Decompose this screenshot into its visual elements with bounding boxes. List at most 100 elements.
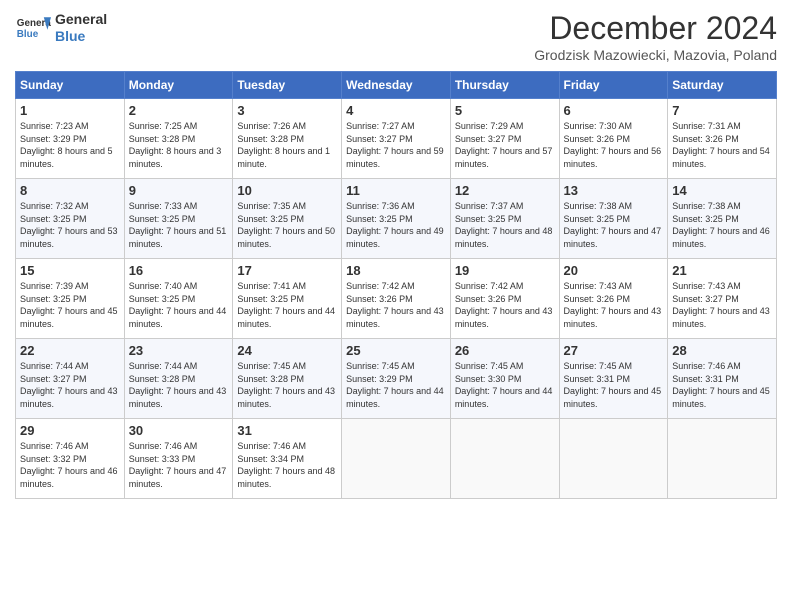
calendar-cell: 22 Sunrise: 7:44 AMSunset: 3:27 PMDaylig… xyxy=(16,339,125,419)
dow-header-wednesday: Wednesday xyxy=(342,72,451,99)
day-info: Sunrise: 7:42 AMSunset: 3:26 PMDaylight:… xyxy=(455,280,555,330)
day-info: Sunrise: 7:46 AMSunset: 3:31 PMDaylight:… xyxy=(672,360,772,410)
day-number: 1 xyxy=(20,103,120,118)
calendar-cell xyxy=(668,419,777,499)
calendar-cell: 9 Sunrise: 7:33 AMSunset: 3:25 PMDayligh… xyxy=(124,179,233,259)
day-number: 30 xyxy=(129,423,229,438)
calendar-cell: 27 Sunrise: 7:45 AMSunset: 3:31 PMDaylig… xyxy=(559,339,668,419)
calendar-cell: 5 Sunrise: 7:29 AMSunset: 3:27 PMDayligh… xyxy=(450,99,559,179)
day-info: Sunrise: 7:25 AMSunset: 3:28 PMDaylight:… xyxy=(129,120,229,170)
calendar-cell: 30 Sunrise: 7:46 AMSunset: 3:33 PMDaylig… xyxy=(124,419,233,499)
day-info: Sunrise: 7:33 AMSunset: 3:25 PMDaylight:… xyxy=(129,200,229,250)
day-info: Sunrise: 7:44 AMSunset: 3:27 PMDaylight:… xyxy=(20,360,120,410)
day-info: Sunrise: 7:41 AMSunset: 3:25 PMDaylight:… xyxy=(237,280,337,330)
day-info: Sunrise: 7:45 AMSunset: 3:31 PMDaylight:… xyxy=(564,360,664,410)
calendar-cell: 13 Sunrise: 7:38 AMSunset: 3:25 PMDaylig… xyxy=(559,179,668,259)
calendar-cell: 19 Sunrise: 7:42 AMSunset: 3:26 PMDaylig… xyxy=(450,259,559,339)
day-number: 18 xyxy=(346,263,446,278)
calendar-cell: 4 Sunrise: 7:27 AMSunset: 3:27 PMDayligh… xyxy=(342,99,451,179)
dow-header-friday: Friday xyxy=(559,72,668,99)
day-number: 12 xyxy=(455,183,555,198)
day-info: Sunrise: 7:38 AMSunset: 3:25 PMDaylight:… xyxy=(672,200,772,250)
calendar-cell: 31 Sunrise: 7:46 AMSunset: 3:34 PMDaylig… xyxy=(233,419,342,499)
calendar-cell: 24 Sunrise: 7:45 AMSunset: 3:28 PMDaylig… xyxy=(233,339,342,419)
day-number: 2 xyxy=(129,103,229,118)
day-number: 29 xyxy=(20,423,120,438)
day-info: Sunrise: 7:31 AMSunset: 3:26 PMDaylight:… xyxy=(672,120,772,170)
calendar-week-4: 22 Sunrise: 7:44 AMSunset: 3:27 PMDaylig… xyxy=(16,339,777,419)
day-number: 24 xyxy=(237,343,337,358)
dow-header-saturday: Saturday xyxy=(668,72,777,99)
calendar-cell xyxy=(450,419,559,499)
day-number: 3 xyxy=(237,103,337,118)
day-number: 4 xyxy=(346,103,446,118)
day-info: Sunrise: 7:30 AMSunset: 3:26 PMDaylight:… xyxy=(564,120,664,170)
calendar-cell: 10 Sunrise: 7:35 AMSunset: 3:25 PMDaylig… xyxy=(233,179,342,259)
day-number: 5 xyxy=(455,103,555,118)
day-info: Sunrise: 7:23 AMSunset: 3:29 PMDaylight:… xyxy=(20,120,120,170)
day-number: 20 xyxy=(564,263,664,278)
calendar-week-5: 29 Sunrise: 7:46 AMSunset: 3:32 PMDaylig… xyxy=(16,419,777,499)
day-info: Sunrise: 7:46 AMSunset: 3:33 PMDaylight:… xyxy=(129,440,229,490)
day-number: 26 xyxy=(455,343,555,358)
logo-text-general: General xyxy=(55,11,107,28)
calendar-cell: 6 Sunrise: 7:30 AMSunset: 3:26 PMDayligh… xyxy=(559,99,668,179)
calendar-cell xyxy=(559,419,668,499)
calendar-cell: 8 Sunrise: 7:32 AMSunset: 3:25 PMDayligh… xyxy=(16,179,125,259)
day-number: 14 xyxy=(672,183,772,198)
calendar-cell xyxy=(342,419,451,499)
day-info: Sunrise: 7:36 AMSunset: 3:25 PMDaylight:… xyxy=(346,200,446,250)
dow-header-thursday: Thursday xyxy=(450,72,559,99)
day-info: Sunrise: 7:27 AMSunset: 3:27 PMDaylight:… xyxy=(346,120,446,170)
day-info: Sunrise: 7:38 AMSunset: 3:25 PMDaylight:… xyxy=(564,200,664,250)
calendar-cell: 1 Sunrise: 7:23 AMSunset: 3:29 PMDayligh… xyxy=(16,99,125,179)
day-number: 19 xyxy=(455,263,555,278)
calendar-cell: 15 Sunrise: 7:39 AMSunset: 3:25 PMDaylig… xyxy=(16,259,125,339)
calendar-cell: 11 Sunrise: 7:36 AMSunset: 3:25 PMDaylig… xyxy=(342,179,451,259)
calendar-cell: 21 Sunrise: 7:43 AMSunset: 3:27 PMDaylig… xyxy=(668,259,777,339)
day-number: 31 xyxy=(237,423,337,438)
day-info: Sunrise: 7:45 AMSunset: 3:29 PMDaylight:… xyxy=(346,360,446,410)
logo: General Blue General Blue xyxy=(15,10,107,46)
calendar-cell: 17 Sunrise: 7:41 AMSunset: 3:25 PMDaylig… xyxy=(233,259,342,339)
day-number: 15 xyxy=(20,263,120,278)
day-info: Sunrise: 7:39 AMSunset: 3:25 PMDaylight:… xyxy=(20,280,120,330)
calendar-cell: 2 Sunrise: 7:25 AMSunset: 3:28 PMDayligh… xyxy=(124,99,233,179)
day-info: Sunrise: 7:29 AMSunset: 3:27 PMDaylight:… xyxy=(455,120,555,170)
title-area: December 2024 Grodzisk Mazowiecki, Mazov… xyxy=(534,10,777,63)
calendar-cell: 20 Sunrise: 7:43 AMSunset: 3:26 PMDaylig… xyxy=(559,259,668,339)
days-of-week-row: SundayMondayTuesdayWednesdayThursdayFrid… xyxy=(16,72,777,99)
dow-header-monday: Monday xyxy=(124,72,233,99)
day-number: 16 xyxy=(129,263,229,278)
calendar-table: SundayMondayTuesdayWednesdayThursdayFrid… xyxy=(15,71,777,499)
day-number: 21 xyxy=(672,263,772,278)
svg-text:Blue: Blue xyxy=(17,29,39,40)
month-title: December 2024 xyxy=(534,10,777,47)
day-info: Sunrise: 7:43 AMSunset: 3:26 PMDaylight:… xyxy=(564,280,664,330)
calendar-cell: 12 Sunrise: 7:37 AMSunset: 3:25 PMDaylig… xyxy=(450,179,559,259)
day-info: Sunrise: 7:42 AMSunset: 3:26 PMDaylight:… xyxy=(346,280,446,330)
day-info: Sunrise: 7:44 AMSunset: 3:28 PMDaylight:… xyxy=(129,360,229,410)
day-number: 11 xyxy=(346,183,446,198)
calendar-cell: 7 Sunrise: 7:31 AMSunset: 3:26 PMDayligh… xyxy=(668,99,777,179)
calendar-body: 1 Sunrise: 7:23 AMSunset: 3:29 PMDayligh… xyxy=(16,99,777,499)
day-number: 22 xyxy=(20,343,120,358)
day-info: Sunrise: 7:40 AMSunset: 3:25 PMDaylight:… xyxy=(129,280,229,330)
day-number: 28 xyxy=(672,343,772,358)
logo-icon: General Blue xyxy=(15,10,51,46)
day-number: 17 xyxy=(237,263,337,278)
calendar-cell: 16 Sunrise: 7:40 AMSunset: 3:25 PMDaylig… xyxy=(124,259,233,339)
day-info: Sunrise: 7:45 AMSunset: 3:28 PMDaylight:… xyxy=(237,360,337,410)
calendar-cell: 26 Sunrise: 7:45 AMSunset: 3:30 PMDaylig… xyxy=(450,339,559,419)
day-info: Sunrise: 7:46 AMSunset: 3:32 PMDaylight:… xyxy=(20,440,120,490)
day-info: Sunrise: 7:32 AMSunset: 3:25 PMDaylight:… xyxy=(20,200,120,250)
dow-header-tuesday: Tuesday xyxy=(233,72,342,99)
location-subtitle: Grodzisk Mazowiecki, Mazovia, Poland xyxy=(534,47,777,63)
day-number: 8 xyxy=(20,183,120,198)
day-info: Sunrise: 7:35 AMSunset: 3:25 PMDaylight:… xyxy=(237,200,337,250)
day-info: Sunrise: 7:43 AMSunset: 3:27 PMDaylight:… xyxy=(672,280,772,330)
day-info: Sunrise: 7:37 AMSunset: 3:25 PMDaylight:… xyxy=(455,200,555,250)
day-number: 13 xyxy=(564,183,664,198)
logo-text-blue: Blue xyxy=(55,28,107,45)
calendar-cell: 14 Sunrise: 7:38 AMSunset: 3:25 PMDaylig… xyxy=(668,179,777,259)
